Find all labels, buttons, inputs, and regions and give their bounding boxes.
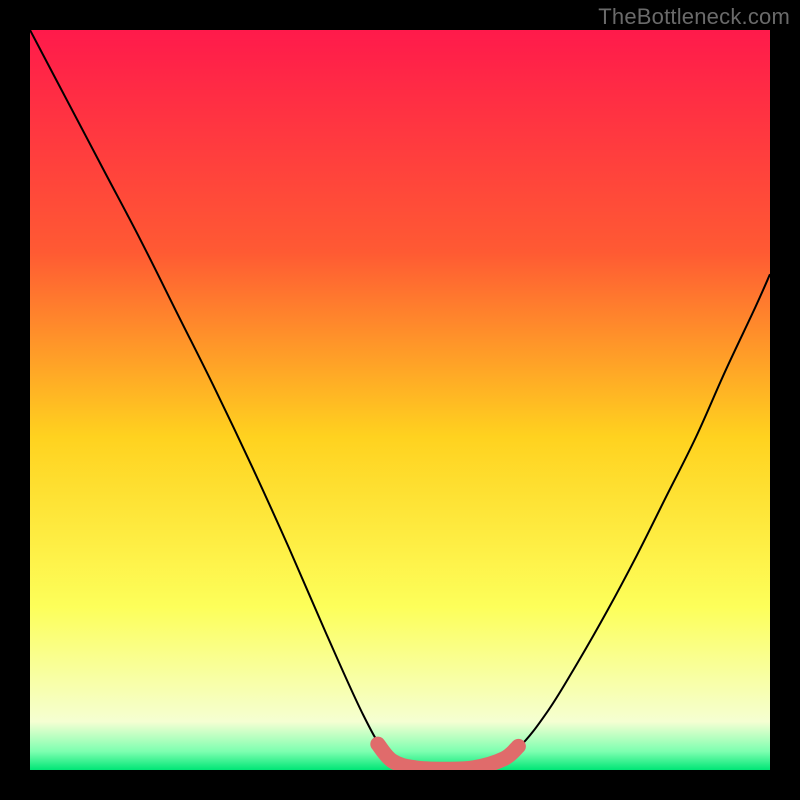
gradient-background xyxy=(30,30,770,770)
chart-frame: TheBottleneck.com xyxy=(0,0,800,800)
watermark-text: TheBottleneck.com xyxy=(598,4,790,30)
chart-plot-area xyxy=(30,30,770,770)
chart-svg xyxy=(30,30,770,770)
